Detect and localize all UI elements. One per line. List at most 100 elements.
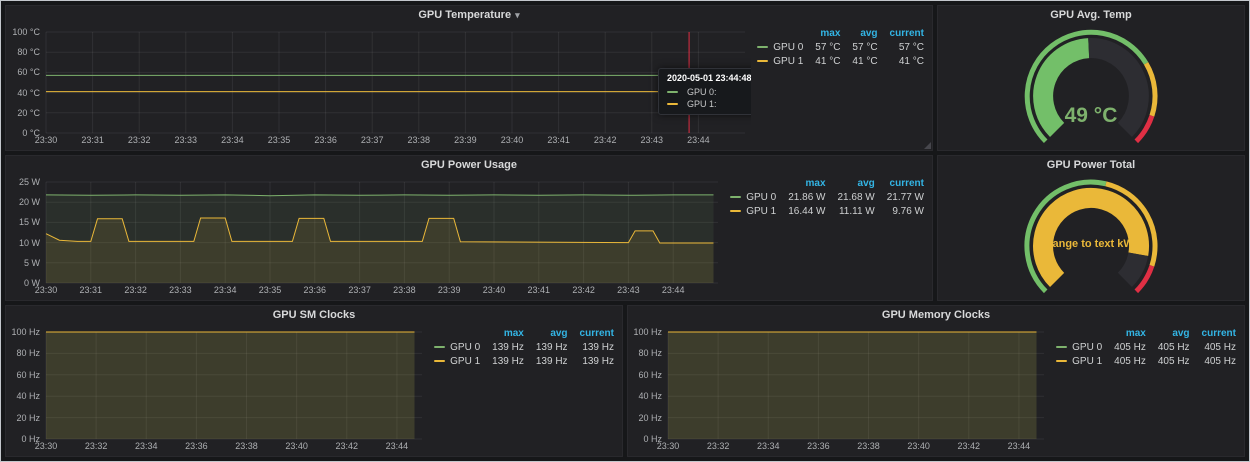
x-axis-tick-label: 23:34 bbox=[126, 441, 166, 451]
legend-series-toggle[interactable]: GPU 1 bbox=[1056, 355, 1102, 369]
legend-table-memory-clocks[interactable]: maxavgcurrentGPU 0405 Hz405 Hz405 HzGPU … bbox=[1050, 324, 1240, 453]
legend-header[interactable]: current bbox=[568, 327, 614, 341]
legend-header[interactable]: avg bbox=[840, 27, 877, 41]
y-axis-tick-label: 60 Hz bbox=[10, 370, 40, 380]
legend-series-toggle[interactable]: GPU 1 bbox=[434, 355, 480, 369]
legend-row: GPU 141 °C41 °C41 °C bbox=[757, 55, 924, 69]
y-axis-tick-label: 60 Hz bbox=[632, 370, 662, 380]
legend-header[interactable]: current bbox=[875, 177, 924, 191]
x-axis-tick-label: 23:32 bbox=[119, 135, 159, 145]
series-dash-icon bbox=[434, 360, 445, 362]
legend-series-toggle[interactable]: GPU 0 bbox=[757, 41, 803, 55]
y-axis-tick-label: 40 Hz bbox=[10, 391, 40, 401]
series-dash-icon bbox=[757, 46, 768, 48]
y-axis-tick-label: 40 Hz bbox=[632, 391, 662, 401]
x-axis-tick-label: 23:44 bbox=[377, 441, 417, 451]
legend-header[interactable]: avg bbox=[524, 327, 568, 341]
legend: maxavgcurrentGPU 021.86 W21.68 W21.77 WG… bbox=[730, 177, 924, 219]
panel-body: 49 °C bbox=[938, 24, 1244, 149]
x-axis-tick-label: 23:31 bbox=[73, 135, 113, 145]
legend-header[interactable]: avg bbox=[1146, 327, 1190, 341]
legend-table-sm-clocks[interactable]: maxavgcurrentGPU 0139 Hz139 Hz139 HzGPU … bbox=[428, 324, 618, 453]
series-dash-icon bbox=[730, 196, 741, 198]
x-axis-tick-label: 23:30 bbox=[26, 285, 66, 295]
panel-title-text: GPU Memory Clocks bbox=[882, 309, 990, 321]
series-dash-icon bbox=[434, 346, 445, 348]
x-axis-tick-label: 23:42 bbox=[949, 441, 989, 451]
x-axis-tick-label: 23:30 bbox=[26, 441, 66, 451]
memory-clocks-chart[interactable]: 0 Hz20 Hz40 Hz60 Hz80 Hz100 Hz23:3023:32… bbox=[632, 324, 1050, 453]
power-usage-chart[interactable]: 0 W5 W10 W15 W20 W25 W23:3023:3123:3223:… bbox=[10, 174, 724, 297]
legend-value: 57 °C bbox=[840, 41, 877, 55]
x-axis-tick-label: 23:34 bbox=[212, 135, 252, 145]
panel-title-text: GPU Power Total bbox=[1047, 159, 1135, 171]
y-axis-tick-label: 20 °C bbox=[10, 108, 40, 118]
legend-header[interactable]: max bbox=[480, 327, 524, 341]
legend-value: 41 °C bbox=[878, 55, 924, 69]
x-axis-tick-label: 23:35 bbox=[250, 285, 290, 295]
legend-table-power[interactable]: maxavgcurrentGPU 021.86 W21.68 W21.77 WG… bbox=[724, 174, 928, 297]
y-axis-tick-label: 100 Hz bbox=[632, 327, 662, 337]
gauge-value: range to text kW bbox=[942, 238, 1240, 250]
tooltip-row: GPU 0: 57 bbox=[667, 86, 751, 98]
dashboard-row-2: GPU Power Usage 0 W5 W10 W15 W20 W25 W23… bbox=[5, 155, 1245, 301]
legend-series-toggle[interactable]: GPU 1 bbox=[730, 205, 776, 219]
x-axis-tick-label: 23:32 bbox=[76, 441, 116, 451]
legend-series-toggle[interactable]: GPU 0 bbox=[434, 341, 480, 355]
panel-title-gpu-avg-temp[interactable]: GPU Avg. Temp bbox=[938, 6, 1244, 24]
x-axis-tick-label: 23:36 bbox=[798, 441, 838, 451]
legend-row: GPU 021.86 W21.68 W21.77 W bbox=[730, 191, 924, 205]
legend-header[interactable]: current bbox=[878, 27, 924, 41]
dashboard-row-3: GPU SM Clocks 0 Hz20 Hz40 Hz60 Hz80 Hz10… bbox=[5, 305, 1245, 457]
panel-gpu-avg-temp: GPU Avg. Temp 49 °C bbox=[937, 5, 1245, 151]
legend-header[interactable]: max bbox=[1102, 327, 1146, 341]
x-axis-tick-label: 23:43 bbox=[632, 135, 672, 145]
panel-title-gpu-memory-clocks[interactable]: GPU Memory Clocks bbox=[628, 306, 1244, 324]
legend-series-toggle[interactable]: GPU 0 bbox=[1056, 341, 1102, 355]
legend-value: 405 Hz bbox=[1146, 355, 1190, 369]
legend-value: 9.76 W bbox=[875, 205, 924, 219]
gauge-svg bbox=[942, 174, 1240, 297]
x-axis-tick-label: 23:44 bbox=[678, 135, 718, 145]
legend-header[interactable]: max bbox=[776, 177, 825, 191]
panel-resize-handle[interactable] bbox=[924, 142, 931, 149]
legend-value: 21.86 W bbox=[776, 191, 825, 205]
legend-series-toggle[interactable]: GPU 1 bbox=[757, 55, 803, 69]
x-axis-tick-label: 23:41 bbox=[539, 135, 579, 145]
x-axis-tick-label: 23:43 bbox=[608, 285, 648, 295]
panel-title-gpu-power-total[interactable]: GPU Power Total bbox=[938, 156, 1244, 174]
power-total-gauge: range to text kW bbox=[942, 174, 1240, 297]
legend-row: GPU 057 °C57 °C57 °C bbox=[757, 41, 924, 55]
dashboard-row-1: GPU Temperature▾ 2020-05-01 23:44:48 GPU… bbox=[5, 5, 1245, 151]
panel-gpu-power-usage: GPU Power Usage 0 W5 W10 W15 W20 W25 W23… bbox=[5, 155, 933, 301]
legend-header[interactable]: current bbox=[1190, 327, 1236, 341]
legend-row: GPU 1405 Hz405 Hz405 Hz bbox=[1056, 355, 1236, 369]
panel-title-gpu-temperature[interactable]: GPU Temperature▾ bbox=[6, 6, 932, 24]
legend-value: 405 Hz bbox=[1102, 341, 1146, 355]
panel-body: range to text kW bbox=[938, 174, 1244, 299]
legend-header[interactable]: max bbox=[803, 27, 840, 41]
legend-row: GPU 1139 Hz139 Hz139 Hz bbox=[434, 355, 614, 369]
panel-title-gpu-sm-clocks[interactable]: GPU SM Clocks bbox=[6, 306, 622, 324]
x-axis-tick-label: 23:44 bbox=[999, 441, 1039, 451]
panel-title-text: GPU Temperature bbox=[418, 9, 511, 21]
legend-value: 139 Hz bbox=[480, 355, 524, 369]
legend-value: 11.11 W bbox=[826, 205, 875, 219]
series-dash-icon bbox=[757, 60, 768, 62]
plot-svg bbox=[10, 324, 428, 453]
sm-clocks-chart[interactable]: 0 Hz20 Hz40 Hz60 Hz80 Hz100 Hz23:3023:32… bbox=[10, 324, 428, 453]
legend-value: 139 Hz bbox=[568, 341, 614, 355]
legend-table-temperature[interactable]: maxavgcurrentGPU 057 °C57 °C57 °CGPU 141… bbox=[751, 24, 928, 147]
legend-header[interactable]: avg bbox=[826, 177, 875, 191]
panel-body: 0 Hz20 Hz40 Hz60 Hz80 Hz100 Hz23:3023:32… bbox=[6, 324, 622, 455]
legend-series-toggle[interactable]: GPU 0 bbox=[730, 191, 776, 205]
temperature-chart[interactable]: 2020-05-01 23:44:48 GPU 0: 57 GPU 1: 41 … bbox=[10, 24, 751, 147]
legend: maxavgcurrentGPU 0405 Hz405 Hz405 HzGPU … bbox=[1056, 327, 1236, 369]
y-axis-tick-label: 40 °C bbox=[10, 88, 40, 98]
panel-title-gpu-power-usage[interactable]: GPU Power Usage bbox=[6, 156, 932, 174]
x-axis-tick-label: 23:30 bbox=[26, 135, 66, 145]
legend-value: 16.44 W bbox=[776, 205, 825, 219]
legend-value: 405 Hz bbox=[1102, 355, 1146, 369]
x-axis-tick-label: 23:36 bbox=[306, 135, 346, 145]
x-axis-tick-label: 23:32 bbox=[116, 285, 156, 295]
